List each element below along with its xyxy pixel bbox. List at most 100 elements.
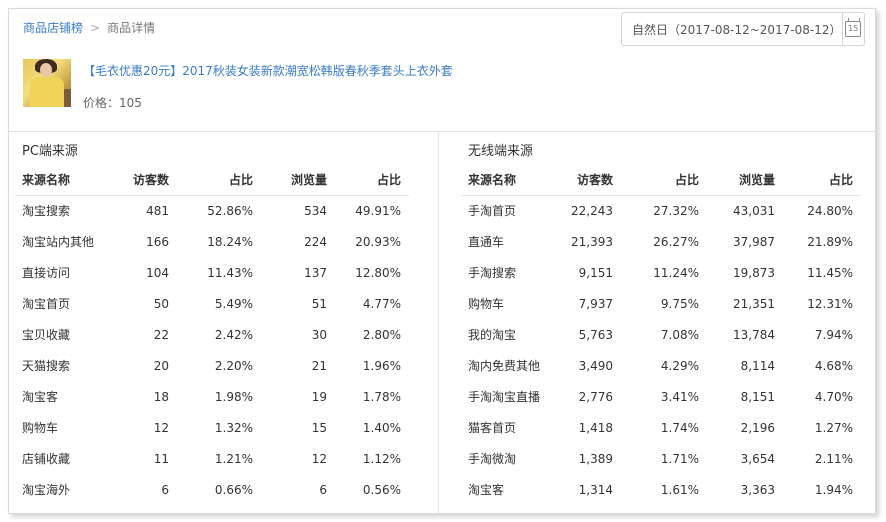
pageview-share-cell: 7.94% [814, 327, 853, 342]
visitors-cell: 1,418 [578, 420, 613, 435]
visitor-share-cell: 26.27% [653, 234, 699, 249]
source-name-cell: 手淘微淘 [468, 452, 517, 466]
column-header-pageviews: 浏览量 [707, 165, 783, 196]
table-row: 店铺收藏 11 1.21% 12 1.12% [15, 443, 409, 474]
breadcrumb-separator: > [90, 21, 101, 35]
column-header-source: 来源名称 [15, 165, 113, 196]
pageviews-cell: 3,363 [740, 482, 775, 497]
pageview-share-cell: 0.56% [362, 482, 401, 497]
visitor-share-cell: 0.66% [214, 482, 253, 497]
column-header-pageview-share: 占比 [783, 165, 861, 196]
pageviews-cell: 2,196 [740, 420, 775, 435]
breadcrumb: 商品店铺榜 > 商品详情 [23, 19, 155, 36]
source-name-cell: 宝贝收藏 [22, 328, 71, 342]
pageviews-cell: 37,987 [733, 234, 775, 249]
visitors-cell: 22 [153, 327, 169, 342]
product-thumbnail[interactable] [23, 59, 71, 107]
pageview-share-cell: 1.78% [362, 389, 401, 404]
source-name-cell: 淘宝站内其他 [22, 235, 95, 249]
source-name-cell: 店铺收藏 [22, 452, 71, 466]
source-name-cell: 购物车 [468, 297, 505, 311]
source-name-cell: 猫客首页 [468, 421, 517, 435]
source-name-cell: 直接访问 [22, 266, 71, 280]
table-row: 手淘微淘 1,389 1.71% 3,654 2.11% [461, 443, 861, 474]
pageview-share-cell: 2.11% [814, 451, 853, 466]
pageview-share-cell: 1.94% [814, 482, 853, 497]
visitors-cell: 21,393 [571, 234, 613, 249]
pageviews-cell: 30 [311, 327, 327, 342]
source-name-cell: 我的淘宝 [468, 328, 517, 342]
table-row: 淘宝海外 6 0.66% 6 0.56% [15, 474, 409, 505]
source-name-cell: 天猫搜索 [22, 359, 71, 373]
pageviews-cell: 8,151 [740, 389, 775, 404]
pageviews-cell: 19 [311, 389, 327, 404]
visitor-share-cell: 1.32% [214, 420, 253, 435]
pageview-share-cell: 4.70% [814, 389, 853, 404]
visitors-cell: 12 [153, 420, 169, 435]
pageviews-cell: 21,351 [733, 296, 775, 311]
pageview-share-cell: 20.93% [355, 234, 401, 249]
visitors-cell: 104 [146, 265, 169, 280]
table-row: 天猫搜索 20 2.20% 21 1.96% [15, 350, 409, 381]
visitors-cell: 2,776 [578, 389, 613, 404]
column-header-visitor-share: 占比 [621, 165, 707, 196]
pageviews-cell: 43,031 [733, 203, 775, 218]
table-row: 猫客首页 1,418 1.74% 2,196 1.27% [461, 412, 861, 443]
pageviews-cell: 51 [311, 296, 327, 311]
visitors-cell: 11 [153, 451, 169, 466]
visitor-share-cell: 1.61% [660, 482, 699, 497]
pageviews-cell: 3,654 [740, 451, 775, 466]
visitors-cell: 18 [153, 389, 169, 404]
column-header-pageview-share: 占比 [335, 165, 409, 196]
pageview-share-cell: 4.77% [362, 296, 401, 311]
pageviews-cell: 137 [304, 265, 327, 280]
pageview-share-cell: 11.45% [807, 265, 853, 280]
visitor-share-cell: 1.21% [214, 451, 253, 466]
breadcrumb-current: 商品详情 [107, 21, 156, 35]
pageview-share-cell: 4.68% [814, 358, 853, 373]
visitors-cell: 9,151 [578, 265, 613, 280]
table-row: 我的淘宝 5,763 7.08% 13,784 7.94% [461, 319, 861, 350]
table-row: 淘宝站内其他 166 18.24% 224 20.93% [15, 226, 409, 257]
visitor-share-cell: 1.98% [214, 389, 253, 404]
calendar-button[interactable]: 15 [841, 13, 864, 45]
product-price: 价格：105 [83, 96, 142, 110]
column-header-visitors: 访客数 [557, 165, 621, 196]
pc-source-title: PC端来源 [22, 144, 78, 159]
table-row: 淘宝搜索 481 52.86% 534 49.91% [15, 195, 409, 226]
pageviews-cell: 534 [304, 203, 327, 218]
pageview-share-cell: 1.96% [362, 358, 401, 373]
pageview-share-cell: 12.80% [355, 265, 401, 280]
date-range-label: 自然日（2017-08-12~2017-08-12） [632, 22, 842, 37]
source-name-cell: 淘宝客 [22, 390, 59, 404]
pageview-share-cell: 2.80% [362, 327, 401, 342]
source-name-cell: 淘宝搜索 [22, 204, 71, 219]
table-row: 购物车 7,937 9.75% 21,351 12.31% [461, 288, 861, 319]
visitors-cell: 6 [161, 482, 169, 497]
product-title-link[interactable]: 【毛衣优惠20元】2017秋装女装新款潮宽松韩版春秋季套头上衣外套 [83, 62, 453, 79]
table-row: 直接访问 104 11.43% 137 12.80% [15, 257, 409, 288]
visitors-cell: 7,937 [578, 296, 613, 311]
visitors-cell: 20 [153, 358, 169, 373]
breadcrumb-shop-ranking-link[interactable]: 商品店铺榜 [23, 21, 83, 35]
date-range-picker[interactable]: 自然日（2017-08-12~2017-08-12） 15 [621, 12, 865, 46]
visitor-share-cell: 1.74% [660, 420, 699, 435]
pageviews-cell: 13,784 [733, 327, 775, 342]
visitor-share-cell: 2.20% [214, 358, 253, 373]
visitor-share-cell: 11.24% [653, 265, 699, 280]
source-name-cell: 手淘淘宝直播 [468, 390, 541, 404]
source-name-cell: 手淘首页 [468, 204, 517, 219]
product-detail-card: 商品店铺榜 > 商品详情 自然日（2017-08-12~2017-08-12） 15… [8, 8, 876, 514]
source-name-cell: 手淘搜索 [468, 266, 517, 280]
visitors-cell: 50 [153, 296, 169, 311]
visitor-share-cell: 52.86% [207, 203, 253, 218]
visitors-cell: 22,243 [571, 203, 613, 218]
pageviews-cell: 15 [311, 420, 327, 435]
table-row: 手淘首页 22,243 27.32% 43,031 24.80% [461, 195, 861, 226]
visitor-share-cell: 2.42% [214, 327, 253, 342]
table-row: 手淘搜索 9,151 11.24% 19,873 11.45% [461, 257, 861, 288]
source-name-cell: 淘宝客 [468, 483, 505, 497]
visitors-cell: 1,314 [578, 482, 613, 497]
table-row: 淘宝客 1,314 1.61% 3,363 1.94% [461, 474, 861, 505]
pageview-share-cell: 21.89% [807, 234, 853, 249]
